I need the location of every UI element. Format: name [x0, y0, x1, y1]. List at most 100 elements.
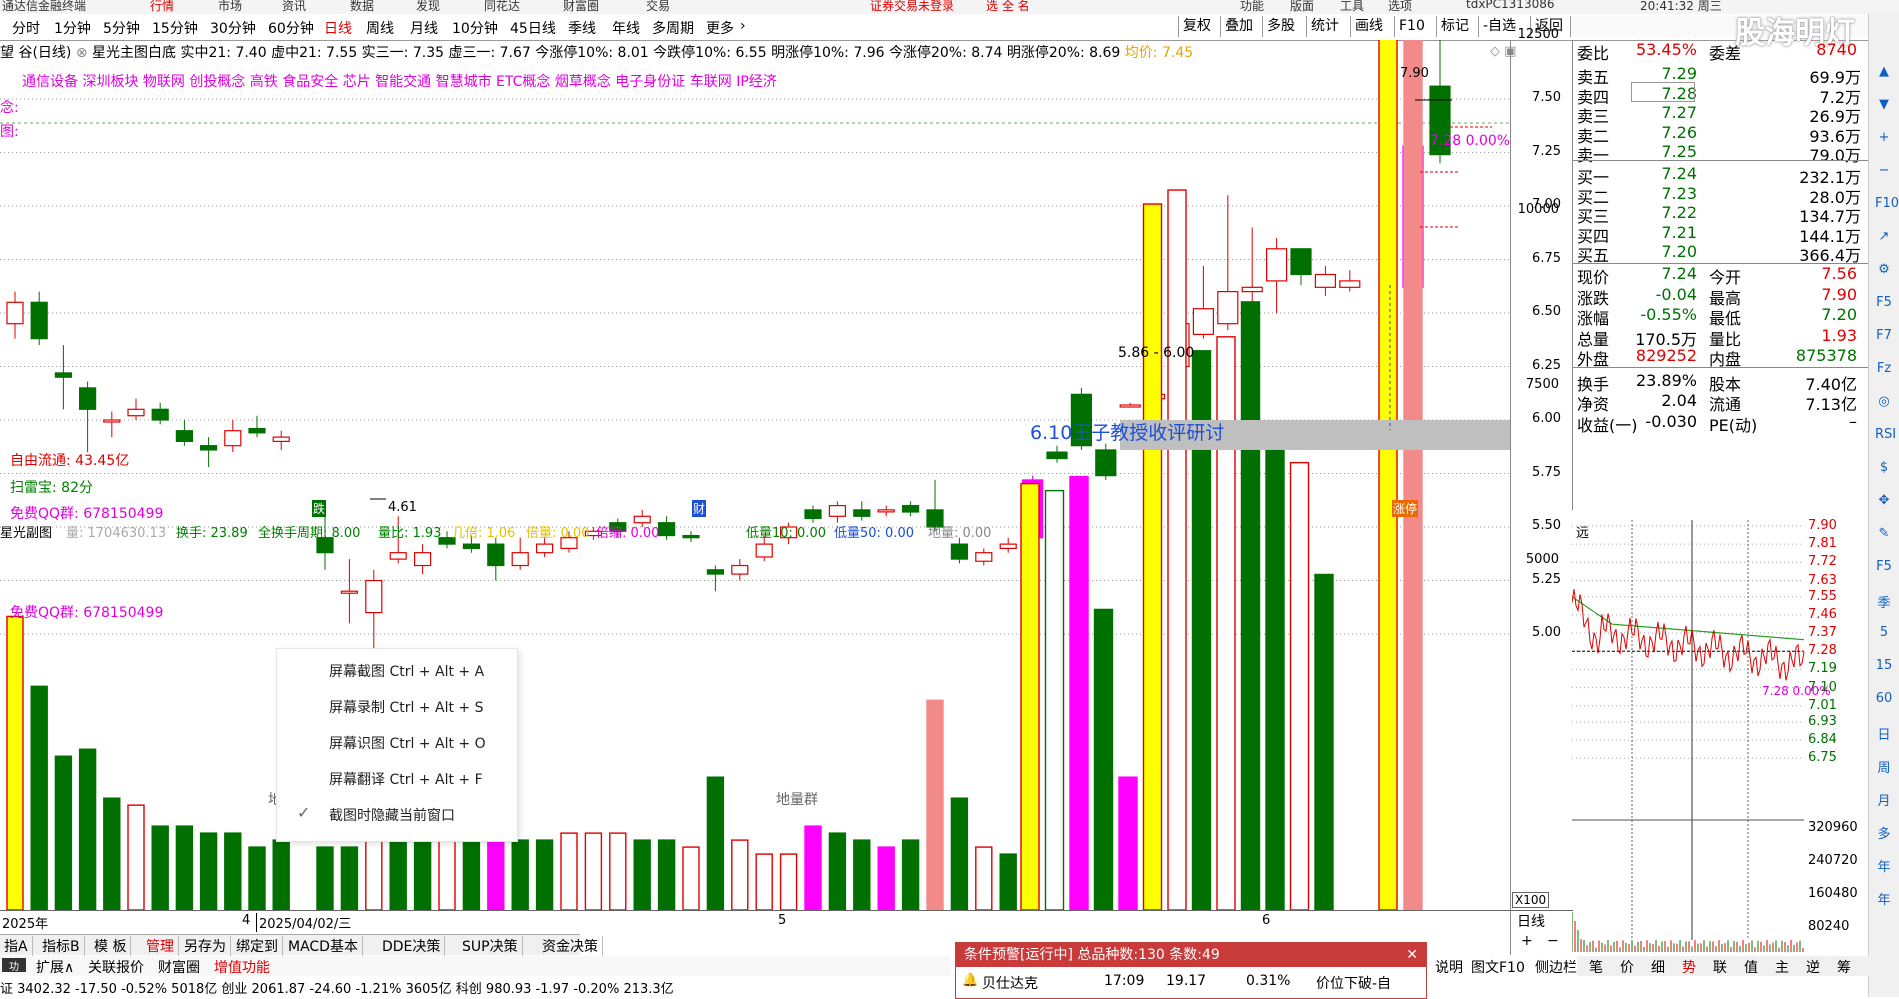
indicator-tab[interactable]: DDE决策	[378, 936, 446, 956]
side-tool-icon[interactable]: ✥	[1875, 493, 1893, 511]
period-more[interactable]: 更多	[706, 18, 734, 38]
period-day[interactable]: 日线	[324, 18, 352, 38]
side-tool-icon[interactable]: RSI	[1875, 427, 1896, 445]
multi-stock-button[interactable]: 多股	[1262, 16, 1299, 37]
indicator-tab[interactable]: SUP决策	[458, 936, 523, 956]
period-season[interactable]: 季线	[568, 18, 596, 38]
overlay-button[interactable]: 叠加	[1220, 16, 1257, 37]
side-tool-icon[interactable]: 5	[1875, 625, 1893, 643]
side-tool-icon[interactable]: $	[1875, 460, 1893, 478]
adjust-button[interactable]: 复权	[1178, 16, 1215, 37]
menu-tools[interactable]: 工具	[1340, 0, 1364, 14]
login-status[interactable]: 证券交易未登录	[870, 0, 954, 14]
side-tab[interactable]: 值	[1744, 957, 1758, 977]
menu-market[interactable]: 市场	[218, 0, 242, 14]
side-tool-icon[interactable]: F10	[1875, 196, 1899, 214]
period-multi[interactable]: 多周期	[652, 18, 694, 38]
side-tab[interactable]: 联	[1713, 957, 1727, 977]
side-tool-icon[interactable]: ⚙	[1875, 262, 1893, 280]
menu-screen-translate[interactable]: 屏幕翻译 Ctrl + Alt + F	[329, 769, 483, 789]
chevron-right-icon[interactable]: ›	[740, 18, 746, 34]
side-tab[interactable]: 主	[1775, 957, 1789, 977]
function-tab[interactable]: 关联报价	[88, 957, 144, 977]
menu-function[interactable]: 功能	[1240, 0, 1264, 14]
indicator-tab[interactable]: 指A	[0, 936, 33, 956]
menu-data[interactable]: 数据	[350, 0, 374, 14]
die-marker[interactable]: 跌	[312, 500, 327, 517]
side-tool-icon[interactable]: 多	[1875, 823, 1893, 842]
side-tool-icon[interactable]: ↗	[1875, 229, 1893, 247]
menu-quote[interactable]: 行情	[150, 0, 174, 14]
mark-button[interactable]: 标记	[1436, 16, 1473, 37]
side-tab[interactable]: 筹	[1837, 957, 1851, 977]
side-tab[interactable]: 说明	[1435, 957, 1463, 977]
indicator-tab[interactable]: 模 板	[90, 936, 132, 956]
side-tool-icon[interactable]: 季	[1875, 592, 1893, 611]
indicator-tab[interactable]: 绑定到	[232, 936, 283, 956]
sub-indicator-name[interactable]: 星光副图	[0, 522, 52, 541]
watchlist-button[interactable]: -自选	[1478, 16, 1520, 37]
menu-hide-window[interactable]: 截图时隐藏当前窗口	[329, 805, 455, 825]
menu-screenshot[interactable]: 屏幕截图 Ctrl + Alt + A	[329, 661, 484, 681]
function-tab[interactable]: 增值功能	[214, 957, 270, 977]
side-tab[interactable]: 笔	[1589, 957, 1603, 977]
indicator-tab[interactable]: 管理	[142, 936, 179, 956]
limit-up-marker[interactable]: 涨停	[1392, 500, 1419, 517]
menu-screen-ocr[interactable]: 屏幕识图 Ctrl + Alt + O	[329, 733, 486, 753]
menu-news[interactable]: 资讯	[282, 0, 306, 14]
indicator-tab[interactable]: 资金决策	[538, 936, 603, 956]
price-input[interactable]	[1631, 82, 1695, 102]
side-tool-icon[interactable]: F5	[1875, 295, 1893, 313]
menu-layout[interactable]: 版面	[1290, 0, 1314, 14]
menu-wealth[interactable]: 财富圈	[563, 0, 599, 14]
cai-marker[interactable]: 财	[692, 500, 707, 517]
alert-stock[interactable]: 贝仕达克	[982, 973, 1038, 993]
function-tab[interactable]: 扩展∧	[36, 957, 74, 977]
side-tool-icon[interactable]: Fz	[1875, 361, 1893, 379]
period-10min[interactable]: 10分钟	[452, 18, 498, 38]
side-tab[interactable]: 价	[1620, 957, 1634, 977]
function-tab[interactable]: 财富圈	[158, 957, 200, 977]
alert-header[interactable]: 条件预警[运行中] 总品种数:130 条数:49 ✕	[956, 943, 1426, 967]
side-tool-icon[interactable]: 年	[1875, 889, 1893, 908]
period-60min[interactable]: 60分钟	[268, 18, 314, 38]
concept-tags[interactable]: 通信设备 深圳板块 物联网 创投概念 高铁 食品安全 芯片 智能交通 智慧城市 …	[22, 71, 777, 91]
side-tab[interactable]: 侧边栏	[1535, 957, 1577, 977]
period-fenshi[interactable]: 分时	[12, 18, 40, 38]
side-tool-icon[interactable]: ◎	[1875, 394, 1893, 412]
side-tool-icon[interactable]: +	[1875, 130, 1893, 148]
period-45day[interactable]: 45日线	[510, 18, 556, 38]
menu-select[interactable]: 选 全 名	[986, 0, 1030, 14]
zoom-out-button[interactable]: −	[1547, 933, 1559, 949]
indicator-tab[interactable]: 指标B	[38, 936, 85, 956]
period-30min[interactable]: 30分钟	[210, 18, 256, 38]
side-tool-icon[interactable]: 60	[1875, 691, 1893, 709]
side-tool-icon[interactable]: F5	[1875, 559, 1893, 577]
f10-button[interactable]: F10	[1394, 16, 1429, 37]
stock-name[interactable]: 望 谷(日线)	[0, 45, 71, 61]
indicator-tab[interactable]: MACD基本	[284, 936, 363, 956]
close-icon[interactable]: ⊗	[76, 45, 88, 61]
side-tab[interactable]: 逆	[1806, 957, 1820, 977]
period-week[interactable]: 周线	[366, 18, 394, 38]
side-tool-icon[interactable]: −	[1875, 163, 1893, 181]
period-1min[interactable]: 1分钟	[54, 18, 91, 38]
period-year[interactable]: 年线	[612, 18, 640, 38]
function-icon[interactable]: 功	[2, 958, 26, 973]
menu-trade[interactable]: 交易	[646, 0, 670, 14]
period-15min[interactable]: 15分钟	[152, 18, 198, 38]
main-indicator-name[interactable]: 星光主图白底	[92, 45, 176, 61]
side-tab[interactable]: 图文F10	[1471, 957, 1525, 977]
side-tool-icon[interactable]: ▲	[1875, 64, 1893, 82]
menu-tonghuada[interactable]: 同花达	[484, 0, 520, 14]
side-tool-icon[interactable]: 日	[1875, 724, 1893, 743]
side-tab[interactable]: 势	[1682, 957, 1696, 977]
side-tool-icon[interactable]: F7	[1875, 328, 1893, 346]
menu-discover[interactable]: 发现	[416, 0, 440, 14]
menu-options[interactable]: 选项	[1388, 0, 1412, 14]
period-month[interactable]: 月线	[410, 18, 438, 38]
alert-close-icon[interactable]: ✕	[1406, 943, 1418, 967]
side-tool-icon[interactable]: 月	[1875, 790, 1893, 809]
indicator-tab[interactable]: 另存为	[180, 936, 231, 956]
day-tab[interactable]: 日线	[1517, 911, 1545, 931]
